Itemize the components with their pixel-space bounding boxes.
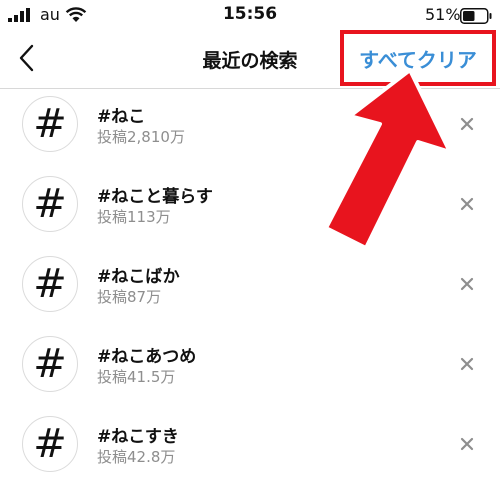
post-count: 投稿87万	[97, 288, 162, 306]
remove-icon[interactable]	[457, 194, 477, 214]
battery-icon	[460, 8, 492, 24]
hashtag-icon: #	[22, 256, 78, 312]
remove-icon[interactable]	[457, 434, 477, 454]
hashtag-name: #ねこあつめ	[97, 347, 197, 367]
hashtag-name: #ねこと暮らす	[97, 187, 213, 207]
remove-icon[interactable]	[457, 114, 477, 134]
list-item[interactable]: # #ねこあつめ 投稿41.5万	[0, 328, 500, 408]
hashtag-name: #ねこばか	[97, 267, 180, 287]
hashtag-name: #ねこすき	[97, 427, 179, 447]
hashtag-name: #ねこ	[97, 107, 146, 127]
battery-percent: 51%	[425, 5, 461, 24]
status-bar: au 15:56 51%	[0, 0, 500, 30]
list-item[interactable]: # #ねこすき 投稿42.8万	[0, 408, 500, 488]
list-item[interactable]: # #ねこばか 投稿87万	[0, 248, 500, 328]
post-count: 投稿42.8万	[97, 448, 176, 466]
post-count: 投稿41.5万	[97, 368, 176, 386]
pointer-arrow-icon	[324, 68, 450, 250]
remove-icon[interactable]	[457, 274, 477, 294]
remove-icon[interactable]	[457, 354, 477, 374]
hashtag-icon: #	[22, 336, 78, 392]
post-count: 投稿113万	[97, 208, 171, 226]
hashtag-icon: #	[22, 96, 78, 152]
hashtag-icon: #	[22, 176, 78, 232]
hashtag-icon: #	[22, 416, 78, 472]
post-count: 投稿2,810万	[97, 128, 185, 146]
